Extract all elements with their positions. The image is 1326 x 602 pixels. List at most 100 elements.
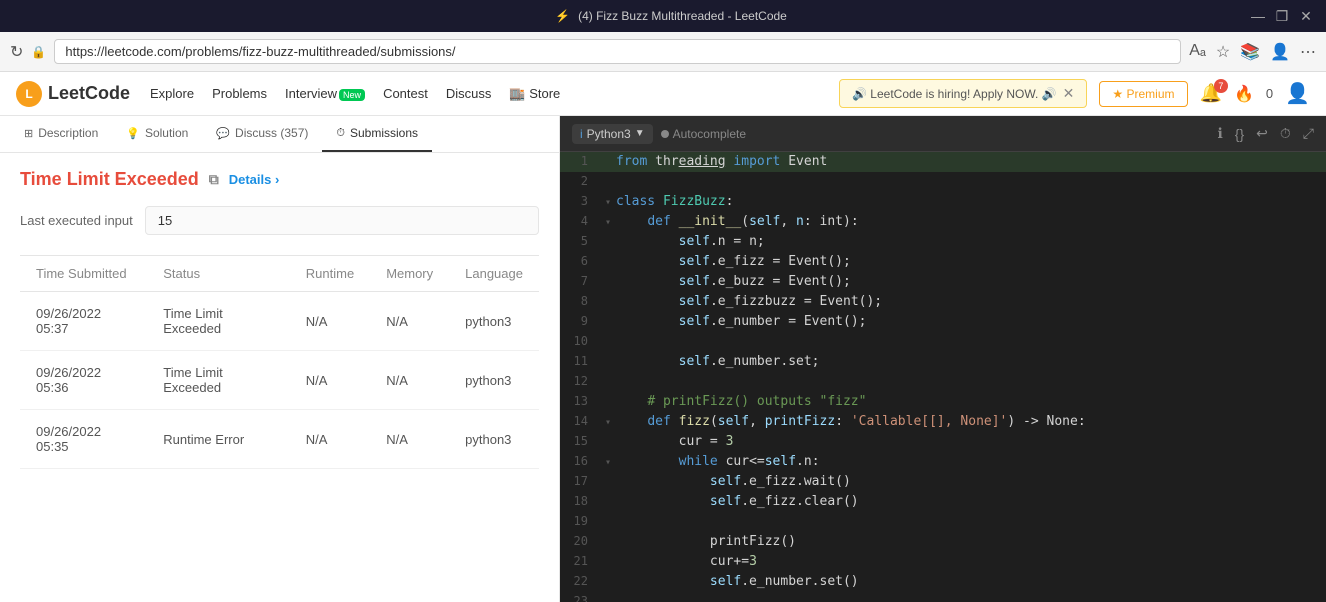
cell-time: 09/26/2022 05:36 — [20, 351, 147, 410]
table-row[interactable]: 09/26/2022 05:35 Runtime Error N/A N/A p… — [20, 410, 539, 469]
copy-icon[interactable]: ⧉ — [209, 171, 219, 188]
main-container: ⊞ Description 💡 Solution 💬 Discuss (357)… — [0, 116, 1326, 602]
cell-status[interactable]: Time Limit Exceeded — [147, 292, 290, 351]
notification-bell[interactable]: 🔔 7 — [1200, 83, 1222, 104]
logo-text: LeetCode — [48, 83, 130, 104]
table-row[interactable]: 09/26/2022 05:36 Time Limit Exceeded N/A… — [20, 351, 539, 410]
tab-description[interactable]: ⊞ Description — [10, 116, 112, 152]
lock-icon: 🔒 — [31, 45, 46, 59]
hiring-close-button[interactable]: ✕ — [1063, 85, 1075, 102]
editor-toolbar-right: ℹ {} ↩ ⏱ ⤢ — [1217, 125, 1314, 142]
code-line-9: 9 self.e_number = Event(); — [560, 312, 1326, 332]
undo-icon[interactable]: ↩ — [1256, 125, 1268, 142]
hiring-banner: 🔊 LeetCode is hiring! Apply NOW. 🔊 ✕ — [839, 79, 1087, 108]
right-panel: i Python3 ▼ Autocomplete ℹ {} ↩ ⏱ ⤢ 1 fr… — [560, 116, 1326, 602]
info-icon[interactable]: ℹ — [1217, 125, 1222, 142]
navbar-links: Explore Problems InterviewNew Contest Di… — [150, 86, 819, 102]
last-input-label: Last executed input — [20, 213, 133, 228]
settings-icon[interactable]: ⏱ — [1280, 125, 1291, 142]
cell-time: 09/26/2022 05:37 — [20, 292, 147, 351]
tab-discuss-label: Discuss (357) — [235, 126, 308, 140]
fire-count: 0 — [1266, 86, 1273, 101]
nav-contest[interactable]: Contest — [383, 86, 428, 101]
expand-icon[interactable]: ⤢ — [1303, 125, 1314, 142]
titlebar-controls[interactable]: — ❐ ✕ — [1250, 8, 1314, 24]
user-avatar[interactable]: 👤 — [1285, 81, 1310, 106]
favorites-icon[interactable]: 📚 — [1240, 42, 1260, 62]
tab-discuss[interactable]: 💬 Discuss (357) — [202, 116, 322, 152]
format-icon[interactable]: {} — [1235, 126, 1244, 142]
code-line-4: 4 ▾ def __init__(self, n: int): — [560, 212, 1326, 232]
language-selector[interactable]: i Python3 ▼ — [572, 124, 653, 144]
new-badge: New — [339, 89, 365, 101]
submissions-table: Time Submitted Status Runtime Memory Lan… — [20, 255, 539, 469]
lang-indicator: i — [580, 127, 583, 141]
cell-language: python3 — [449, 292, 539, 351]
maximize-button[interactable]: ❐ — [1274, 8, 1290, 24]
details-link[interactable]: Details › — [229, 172, 280, 187]
code-line-14: 14 ▾ def fizz(self, printFizz: 'Callable… — [560, 412, 1326, 432]
col-time-submitted: Time Submitted — [20, 256, 147, 292]
code-editor[interactable]: 1 from threading import Event 2 3 ▾ clas… — [560, 152, 1326, 602]
code-line-7: 7 self.e_buzz = Event(); — [560, 272, 1326, 292]
tab-solution[interactable]: 💡 Solution — [112, 116, 202, 152]
close-button[interactable]: ✕ — [1298, 8, 1314, 24]
code-line-13: 13 # printFizz() outputs "fizz" — [560, 392, 1326, 412]
navbar: L LeetCode Explore Problems InterviewNew… — [0, 72, 1326, 116]
code-line-17: 17 self.e_fizz.wait() — [560, 472, 1326, 492]
nav-discuss[interactable]: Discuss — [446, 86, 492, 101]
nav-store[interactable]: 🏬 Store — [509, 86, 560, 102]
titlebar: ⚡ (4) Fizz Buzz Multithreaded - LeetCode… — [0, 0, 1326, 32]
addressbar-actions: Aₐ ☆ 📚 👤 ⋯ — [1189, 42, 1316, 62]
code-line-5: 5 self.n = n; — [560, 232, 1326, 252]
table-row[interactable]: 09/26/2022 05:37 Time Limit Exceeded N/A… — [20, 292, 539, 351]
url-input[interactable]: https://leetcode.com/problems/fizz-buzz-… — [54, 39, 1181, 64]
cell-status[interactable]: Runtime Error — [147, 410, 290, 469]
star-icon[interactable]: ☆ — [1216, 42, 1230, 62]
refresh-button[interactable]: ↻ — [10, 42, 23, 62]
code-line-8: 8 self.e_fizzbuzz = Event(); — [560, 292, 1326, 312]
nav-interview[interactable]: InterviewNew — [285, 86, 365, 101]
nav-problems[interactable]: Problems — [212, 86, 267, 101]
autocomplete-dot — [661, 130, 669, 138]
col-status: Status — [147, 256, 290, 292]
problem-tabs: ⊞ Description 💡 Solution 💬 Discuss (357)… — [0, 116, 559, 153]
code-line-23: 23 — [560, 592, 1326, 602]
lang-dropdown-icon: ▼ — [635, 128, 645, 139]
cell-runtime: N/A — [290, 292, 370, 351]
tab-submissions[interactable]: ⏱ Submissions — [322, 116, 432, 152]
tab-icon: ⚡ — [555, 9, 570, 23]
settings-icon[interactable]: ⋯ — [1300, 42, 1316, 62]
notification-count: 7 — [1214, 79, 1228, 93]
code-line-22: 22 self.e_number.set() — [560, 572, 1326, 592]
fire-icon[interactable]: 🔥 — [1234, 84, 1254, 104]
cell-memory: N/A — [370, 351, 449, 410]
code-line-18: 18 self.e_fizz.clear() — [560, 492, 1326, 512]
titlebar-title: (4) Fizz Buzz Multithreaded - LeetCode — [578, 9, 787, 23]
premium-button[interactable]: ★ Premium — [1099, 81, 1187, 107]
last-input-value: 15 — [145, 206, 539, 235]
code-line-1: 1 from threading import Event — [560, 152, 1326, 172]
tab-description-label: Description — [38, 126, 98, 140]
translate-icon[interactable]: Aₐ — [1189, 42, 1206, 62]
autocomplete-toggle[interactable]: Autocomplete — [661, 127, 746, 141]
lang-label: Python3 — [587, 127, 631, 141]
code-line-16: 16 ▾ while cur<=self.n: — [560, 452, 1326, 472]
cell-runtime: N/A — [290, 410, 370, 469]
code-line-6: 6 self.e_fizz = Event(); — [560, 252, 1326, 272]
nav-explore[interactable]: Explore — [150, 86, 194, 101]
code-line-3: 3 ▾ class FizzBuzz: — [560, 192, 1326, 212]
lc-icon: L — [16, 81, 42, 107]
discuss-icon: 💬 — [216, 127, 230, 140]
col-memory: Memory — [370, 256, 449, 292]
cell-status[interactable]: Time Limit Exceeded — [147, 351, 290, 410]
profile-icon[interactable]: 👤 — [1270, 42, 1290, 62]
code-line-19: 19 — [560, 512, 1326, 532]
code-line-15: 15 cur = 3 — [560, 432, 1326, 452]
store-icon: 🏬 — [509, 86, 525, 101]
addressbar: ↻ 🔒 https://leetcode.com/problems/fizz-b… — [0, 32, 1326, 72]
logo[interactable]: L LeetCode — [16, 81, 130, 107]
cell-memory: N/A — [370, 292, 449, 351]
minimize-button[interactable]: — — [1250, 8, 1266, 24]
col-runtime: Runtime — [290, 256, 370, 292]
